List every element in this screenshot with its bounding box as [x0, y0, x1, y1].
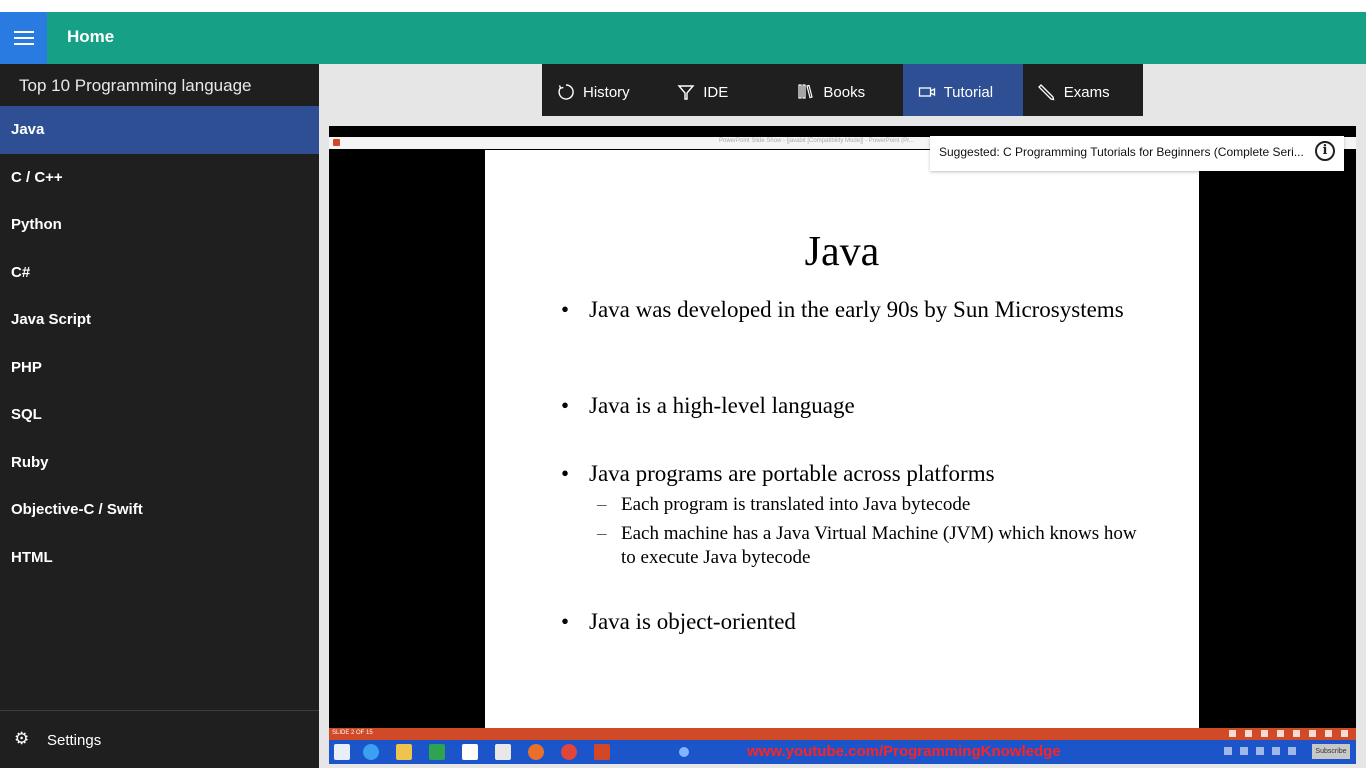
sub-bullet-text: Each program is translated into Java byt… [621, 494, 971, 515]
recorded-windows-taskbar: www.youtube.com/ProgrammingKnowledge Sub… [329, 740, 1356, 764]
gear-icon: ⚙ [14, 729, 30, 748]
sidebar-item-label: SQL [11, 406, 42, 424]
powerpoint-window-title: PowerPoint Slide Show - [javabit [Compat… [719, 138, 914, 144]
app-icon [495, 744, 511, 760]
bullet-dot: • [561, 297, 570, 322]
firefox-icon [528, 744, 544, 760]
sidebar-item-label: Objective-C / Swift [11, 501, 143, 519]
bullet-text: Java was developed in the early 90s by S… [589, 297, 1124, 322]
slideshow-control-icon [1309, 730, 1316, 737]
video-player[interactable]: PowerPoint Slide Show - [javabit [Compat… [329, 126, 1356, 764]
tab-label: Tutorial [943, 83, 994, 101]
presentation-slide: Java • Java was developed in the early 9… [485, 150, 1199, 728]
sidebar-item-label: Ruby [11, 453, 49, 471]
sidebar-item-sql[interactable]: SQL [0, 391, 319, 439]
suggested-video-title: Suggested: C Programming Tutorials for B… [939, 145, 1304, 159]
sidebar-item-label: Python [11, 216, 62, 234]
tab-history[interactable]: History [542, 64, 662, 116]
suggested-video-card[interactable]: Suggested: C Programming Tutorials for B… [930, 136, 1344, 171]
bullet-dot: • [561, 609, 570, 634]
slideshow-control-icon [1277, 730, 1284, 737]
books-icon [797, 83, 823, 101]
powerpoint-taskbar-icon [594, 744, 610, 760]
system-tray [1224, 747, 1296, 755]
sidebar-item-csharp[interactable]: C# [0, 249, 319, 297]
app-icon [679, 747, 689, 757]
slide-title: Java [804, 229, 880, 275]
tray-icon [1224, 747, 1232, 755]
ide-icon [677, 83, 703, 101]
sidebar-item-php[interactable]: PHP [0, 344, 319, 392]
tab-tutorial[interactable]: Tutorial [902, 64, 1023, 116]
slide-counter: SLIDE 2 OF 15 [332, 730, 373, 736]
tray-icon [1240, 747, 1248, 755]
settings-button[interactable]: ⚙ Settings [0, 720, 319, 760]
bullet-text: Java programs are portable across platfo… [589, 461, 995, 486]
sidebar-item-label: HTML [11, 548, 53, 566]
page-title: Home [67, 27, 115, 46]
sidebar-item-ruby[interactable]: Ruby [0, 439, 319, 487]
window-top-strip [0, 0, 1366, 12]
language-list: Java C / C++ Python C# Java Script PHP S… [0, 106, 319, 581]
tray-icon [1288, 747, 1296, 755]
tab-exams[interactable]: Exams [1023, 64, 1143, 116]
bullet-dot: • [561, 461, 570, 486]
powerpoint-status-bar: SLIDE 2 OF 15 [329, 728, 1356, 740]
slideshow-control-icon [1229, 730, 1236, 737]
sidebar-item-c-cpp[interactable]: C / C++ [0, 154, 319, 202]
video-camera-icon [918, 83, 944, 101]
tab-bar: History IDE Books Tutorial Exams [542, 64, 1143, 116]
sidebar-item-java[interactable]: Java [0, 106, 319, 154]
sidebar-item-label: Java [11, 121, 45, 139]
slideshow-control-icon [1293, 730, 1300, 737]
slideshow-control-icon [1341, 730, 1348, 737]
info-icon[interactable]: i [1315, 141, 1335, 161]
sidebar: Top 10 Programming language Java C / C++… [0, 64, 319, 768]
pencil-icon [1037, 83, 1064, 101]
history-icon [557, 83, 583, 101]
sub-bullet-dash: – [597, 494, 607, 515]
sidebar-item-objective-c-swift[interactable]: Objective-C / Swift [0, 486, 319, 534]
sub-bullet-text: Each machine has a Java Virtual Machine … [621, 523, 1137, 568]
tab-books[interactable]: Books [782, 64, 902, 116]
app-header: Home [0, 12, 1366, 64]
tab-label: History [583, 83, 630, 101]
slideshow-control-icon [1261, 730, 1268, 737]
sidebar-title: Top 10 Programming language [19, 76, 252, 95]
tab-label: IDE [703, 83, 729, 101]
settings-label: Settings [47, 732, 102, 749]
sidebar-item-label: Java Script [11, 311, 92, 329]
bullet-text: Java is object-oriented [589, 609, 796, 634]
tab-label: Books [823, 83, 866, 101]
chrome-icon [561, 744, 577, 760]
slideshow-controls [1229, 730, 1348, 737]
hamburger-menu-icon[interactable] [0, 12, 47, 64]
tab-ide[interactable]: IDE [662, 64, 782, 116]
internet-explorer-icon [363, 744, 379, 760]
tray-icon [1272, 747, 1280, 755]
amazon-icon [462, 744, 478, 760]
subscribe-button[interactable]: Subscribe [1312, 744, 1350, 759]
bullet-text: Java is a high-level language [589, 393, 855, 418]
sidebar-item-label: C / C++ [11, 168, 63, 186]
youtube-channel-watermark: www.youtube.com/ProgrammingKnowledge [747, 743, 1061, 760]
sidebar-divider [0, 710, 319, 711]
sidebar-item-html[interactable]: HTML [0, 534, 319, 582]
sidebar-item-label: C# [11, 263, 31, 281]
tab-label: Exams [1063, 83, 1110, 101]
store-icon [429, 744, 445, 760]
sidebar-item-label: PHP [11, 358, 42, 376]
sidebar-item-python[interactable]: Python [0, 201, 319, 249]
sub-bullet-dash: – [597, 523, 607, 544]
slideshow-control-icon [1245, 730, 1252, 737]
sidebar-item-javascript[interactable]: Java Script [0, 296, 319, 344]
bullet-dot: • [561, 393, 570, 418]
tray-icon [1256, 747, 1264, 755]
file-explorer-icon [396, 744, 412, 760]
windows-start-icon [334, 744, 350, 760]
slideshow-control-icon [1325, 730, 1332, 737]
powerpoint-icon [333, 139, 340, 146]
